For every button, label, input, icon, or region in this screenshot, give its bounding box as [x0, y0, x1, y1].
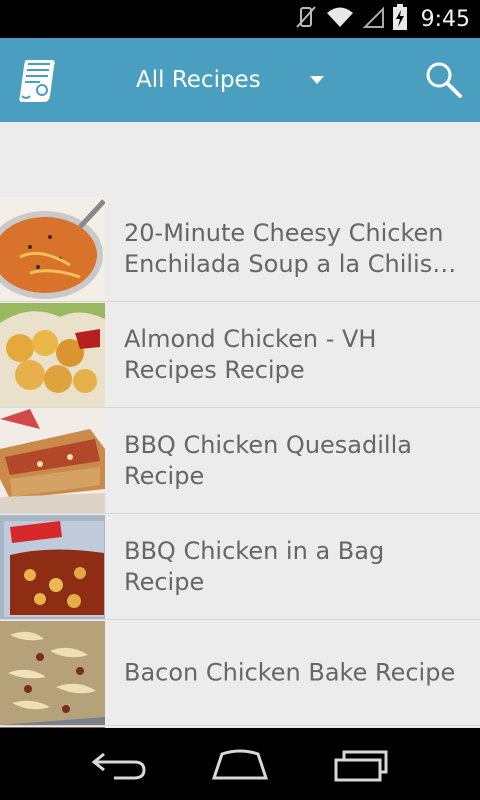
status-icons: 9:45 — [295, 0, 470, 38]
wifi-icon — [325, 5, 355, 33]
recipe-list: 20-Minute Cheesy Chicken Enchilada Soup … — [0, 196, 480, 728]
vibrate-muted-icon — [295, 5, 317, 33]
recipe-thumbnail — [0, 303, 105, 407]
home-icon[interactable] — [210, 746, 270, 782]
spinner-label: All Recipes — [136, 67, 261, 93]
recipe-filter-spinner[interactable]: All Recipes — [120, 38, 340, 122]
recipe-thumbnail — [0, 621, 105, 725]
recipe-title: 20-Minute Cheesy Chicken Enchilada Soup … — [124, 218, 457, 278]
recipe-title: BBQ Chicken in a Bag Recipe — [124, 536, 385, 596]
list-item[interactable]: BBQ Chicken Quesadilla Recipe — [0, 408, 480, 514]
status-bar: 9:45 — [0, 0, 480, 38]
recipe-list-container: 20-Minute Cheesy Chicken Enchilada Soup … — [0, 122, 480, 728]
action-bar: All Recipes — [0, 38, 480, 122]
battery-charging-icon — [392, 4, 407, 34]
status-time: 9:45 — [420, 6, 470, 32]
recipe-title: BBQ Chicken Quesadilla Recipe — [124, 430, 412, 490]
list-item[interactable]: Almond Chicken - VH Recipes Recipe — [0, 302, 480, 408]
list-item[interactable]: Bacon Chicken Bake Recipe — [0, 620, 480, 726]
back-icon[interactable] — [90, 746, 150, 782]
recipe-thumbnail — [0, 515, 105, 619]
recipe-scroll-icon[interactable] — [18, 56, 58, 104]
list-item[interactable]: BBQ Chicken in a Bag Recipe — [0, 514, 480, 620]
search-icon[interactable] — [424, 60, 464, 100]
dropdown-caret-icon — [310, 76, 324, 84]
recipe-thumbnail — [0, 197, 105, 301]
recipe-thumbnail — [0, 409, 105, 513]
recipe-title: Bacon Chicken Bake Recipe — [124, 658, 456, 686]
list-item[interactable]: 20-Minute Cheesy Chicken Enchilada Soup … — [0, 196, 480, 302]
navigation-bar — [0, 728, 480, 800]
recents-icon[interactable] — [332, 746, 392, 782]
signal-icon — [362, 5, 385, 33]
recipe-title: Almond Chicken - VH Recipes Recipe — [124, 324, 377, 384]
